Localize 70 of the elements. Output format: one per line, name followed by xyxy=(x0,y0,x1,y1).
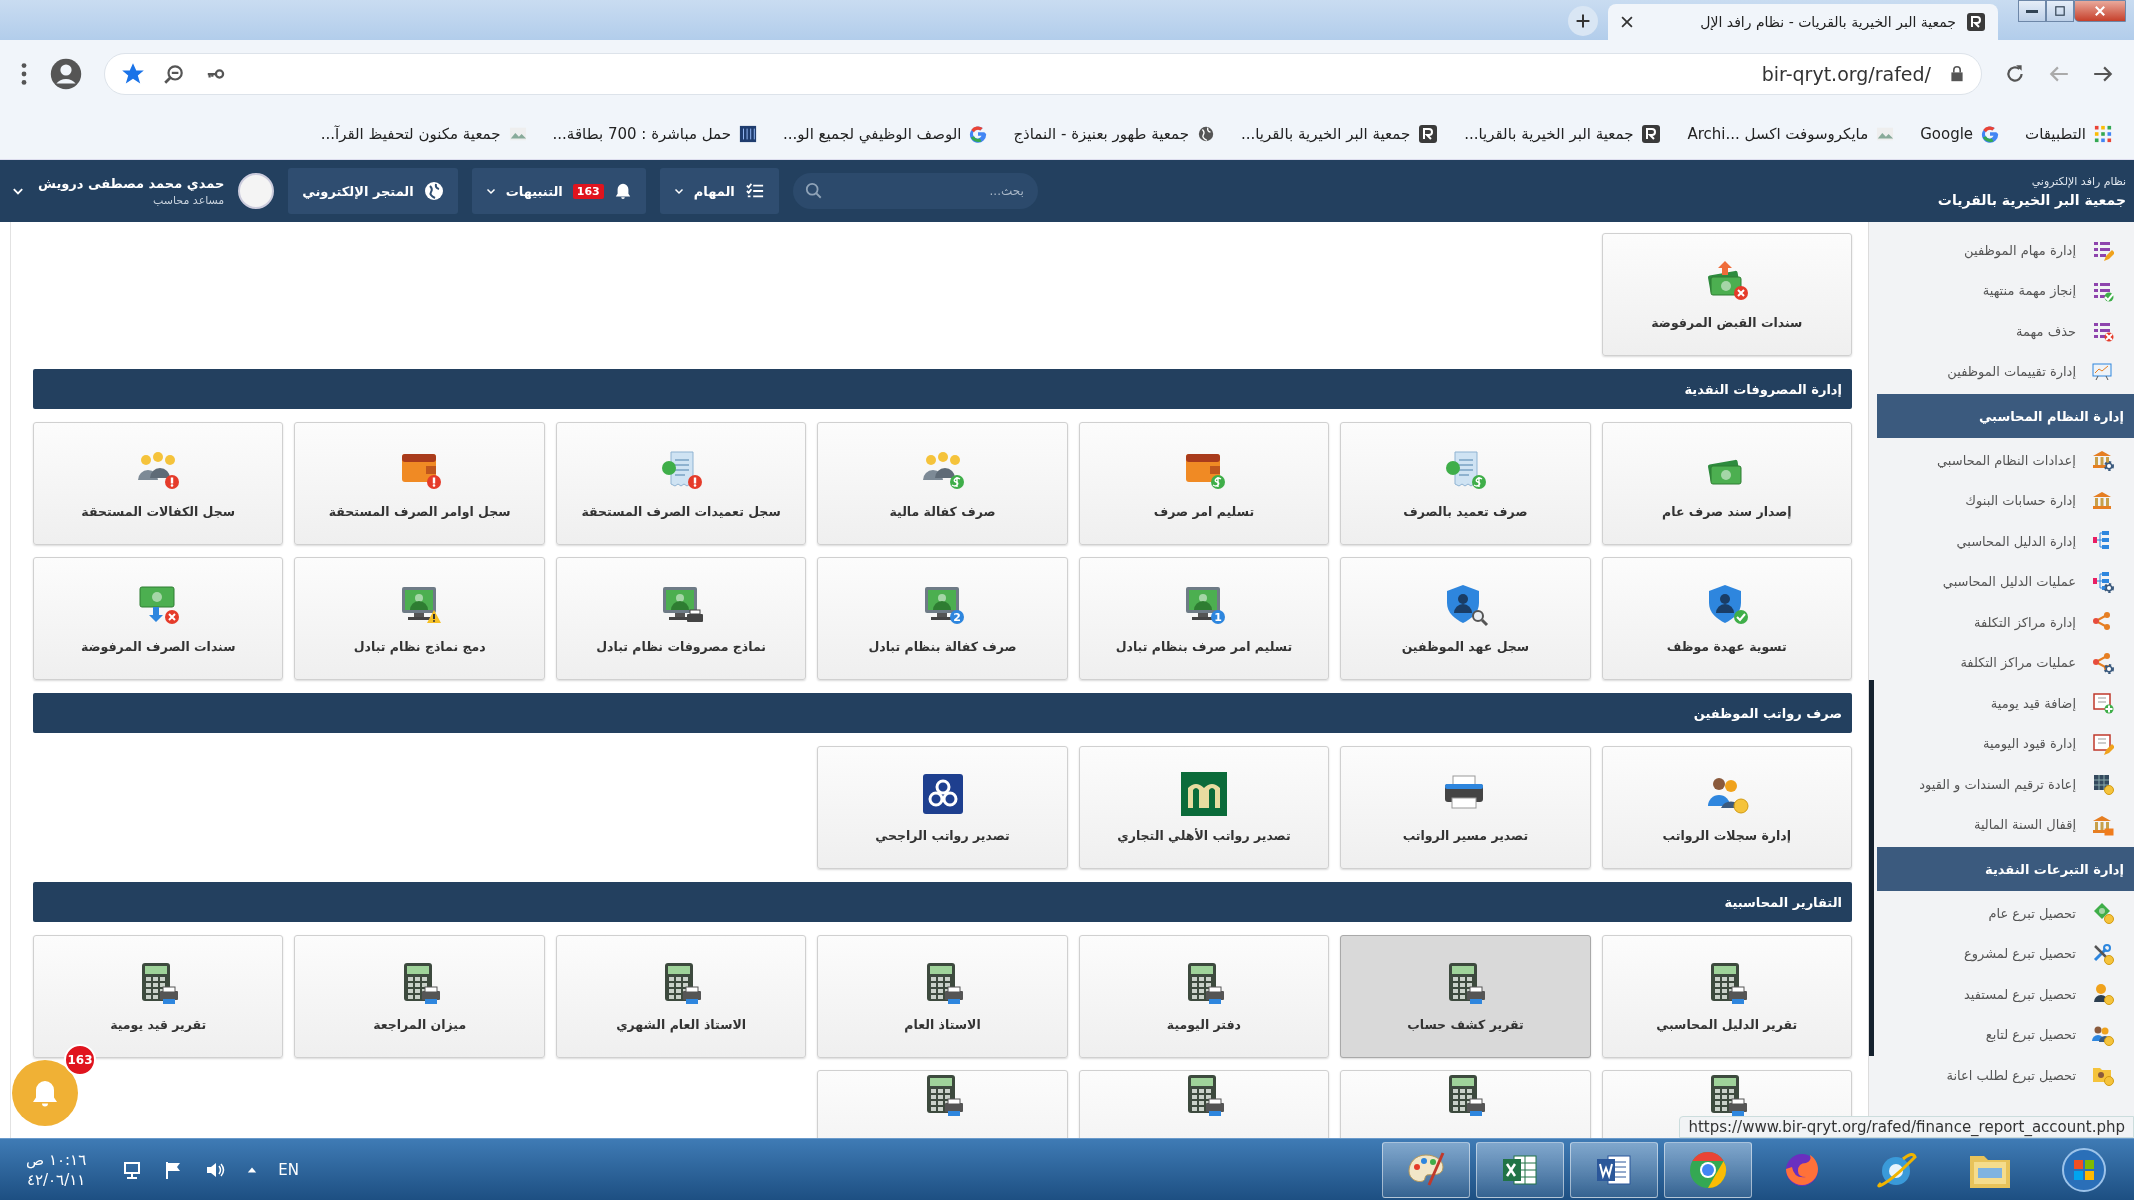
user-role: مساعد محاسب xyxy=(152,193,225,207)
menu-card[interactable]: تصدير رواتب الراجحي xyxy=(817,746,1068,869)
menu-card[interactable]: ميزان المراجعة xyxy=(294,935,545,1058)
sidebar-item[interactable]: إدارة حسابات البنوك xyxy=(1876,480,2134,521)
sidebar-item[interactable]: إدارة مراكز التكلفة xyxy=(1876,602,2134,643)
sidebar-heading[interactable]: إدارة التبرعات النقدية xyxy=(1877,847,2134,891)
menu-card[interactable]: صرف كفالة مالية xyxy=(817,422,1068,545)
sidebar-item[interactable]: إدارة تقييمات الموظفين xyxy=(1876,351,2134,392)
bookmark[interactable]: Google xyxy=(1920,124,2000,143)
language-indicator[interactable]: EN xyxy=(278,1160,299,1179)
section-header: إدارة المصروفات النقدية xyxy=(33,369,1852,409)
system-subtitle: نظام رافد الإلكتروني xyxy=(2030,174,2126,188)
organization-title: جمعية البر الخيرية بالقريات xyxy=(1936,191,2126,208)
sidebar-item[interactable]: إدارة قيود اليومية xyxy=(1876,723,2134,764)
menu-card[interactable]: تصدير مسير الرواتب xyxy=(1340,746,1591,869)
menu-card[interactable]: دمج نماذج نظام تبادل xyxy=(294,557,545,680)
bookmark[interactable]: جمعية مكنون لتحفيظ القرآ... xyxy=(320,124,527,143)
sidebar-heading[interactable]: إدارة النظام المحاسبي xyxy=(1877,394,2134,438)
bookmark[interactable]: جمعية البر الخيرية بالقريا... xyxy=(1464,123,1662,144)
store-button[interactable]: المتجر الإلكتروني xyxy=(288,168,458,214)
sidebar-item[interactable]: تحصيل تبرع لتابع xyxy=(1876,1014,2134,1055)
user-name[interactable]: حمدي محمد مصطفى درويش xyxy=(38,175,225,191)
menu-card[interactable]: إصدار سند صرف عام xyxy=(1601,422,1852,545)
menu-card[interactable]: الاستاذ العام الشهري xyxy=(555,935,807,1058)
search-field[interactable]: بحث... xyxy=(792,173,1038,209)
section-header: صرف رواتب الموظفين xyxy=(33,693,1852,733)
menu-card[interactable]: تقرير الدليل المحاسبي xyxy=(1601,935,1852,1058)
menu-card[interactable]: سندات القبض المرفوضة xyxy=(1601,233,1852,356)
menu-card[interactable]: تصدير رواتب الأهلي التجاري xyxy=(1078,746,1330,869)
menu-card[interactable]: صرف تعميد بالصرف xyxy=(1340,422,1591,545)
menu-card[interactable]: سجل الكفالات المستحقة xyxy=(33,422,284,545)
sidebar-item[interactable]: تحصيل تبرع لمشروع xyxy=(1876,933,2134,974)
menu-card[interactable]: إدارة سجلات الرواتب xyxy=(1601,746,1852,869)
sidebar-item[interactable]: إعدادات النظام المحاسبي xyxy=(1876,440,2134,481)
section-header: التقارير المحاسبية xyxy=(33,882,1852,922)
sidebar-item[interactable]: عمليات الدليل المحاسبي xyxy=(1876,561,2134,602)
menu-card[interactable]: سندات الصرف المرفوضة xyxy=(33,557,284,680)
bookmark[interactable]: جمعية طهور بعنيزة - النماذج xyxy=(1013,124,1215,143)
menu-card[interactable]: الاستاذ العام xyxy=(817,935,1068,1058)
bookmark[interactable]: مايكروسوفت اكسل ...Archi xyxy=(1687,124,1895,143)
address-bar[interactable]: bir-qryt.org/rafed/ xyxy=(104,53,1982,95)
menu-card[interactable]: سجل اوامر الصرف المستحقة xyxy=(294,422,545,545)
sidebar-item[interactable]: إنجاز مهمة منتهية xyxy=(1876,270,2134,311)
sidebar-item[interactable]: إدارة مهام الموظفين xyxy=(1876,230,2134,271)
menu-card[interactable]: نماذج مصروفات نظام تبادل xyxy=(555,557,807,680)
menu-card[interactable]: تسليم امر صرف xyxy=(1078,422,1330,545)
sidebar-item[interactable]: تحصيل تبرع لطلب اعانة xyxy=(1876,1055,2134,1096)
menu-card[interactable]: تقرير كشف حساب xyxy=(1340,935,1591,1058)
browser-tab[interactable]: جمعية البر الخيرية بالقريات - نظام رافد الإل xyxy=(1608,4,1998,40)
sidebar-item[interactable]: إضافة قيد يومية xyxy=(1876,683,2134,724)
status-url-tooltip: https://www.bir-qryt.org/rafed/finance_report_account.php xyxy=(1679,1116,2134,1138)
sidebar-item[interactable]: حذف مهمة xyxy=(1876,311,2134,352)
bookmark[interactable]: جمعية البر الخيرية بالقريا... xyxy=(1240,123,1439,144)
bookmark[interactable]: الوصف الوظيفي لجميع الو... xyxy=(783,124,988,143)
bookmark[interactable]: حمل مباشرة : 700 بطاقة... xyxy=(552,124,758,143)
count-badge: 163 xyxy=(572,183,604,199)
sidebar-item[interactable]: تحصيل تبرع عام xyxy=(1876,893,2134,934)
menu-card[interactable]: سجل عهد الموظفين xyxy=(1340,557,1591,680)
sidebar-item[interactable]: تحصيل تبرع لمستفيد xyxy=(1876,974,2134,1015)
clock-date[interactable]: ٤٢/٠٦/١١ xyxy=(26,1170,86,1189)
sidebar-item[interactable]: إقفال السنة المالية xyxy=(1876,804,2134,845)
clock-time[interactable]: ١٠:١٦ ص xyxy=(26,1150,87,1169)
sidebar-item[interactable]: إعادة ترقيم السندات و القيود xyxy=(1876,764,2134,805)
menu-card[interactable]: دفتر اليومية xyxy=(1078,935,1330,1058)
sidebar-item[interactable]: إدارة الدليل المحاسبي xyxy=(1876,521,2134,562)
bookmark[interactable]: التطبيقات xyxy=(2025,124,2112,143)
tasks-menu-button[interactable]: المهام xyxy=(659,168,779,214)
sidebar-item[interactable]: عمليات مراكز التكلفة xyxy=(1876,642,2134,683)
menu-card[interactable]: تسوية عهدة موظف xyxy=(1601,557,1852,680)
menu-card[interactable]: سجل تعميدات الصرف المستحقة xyxy=(555,422,807,545)
